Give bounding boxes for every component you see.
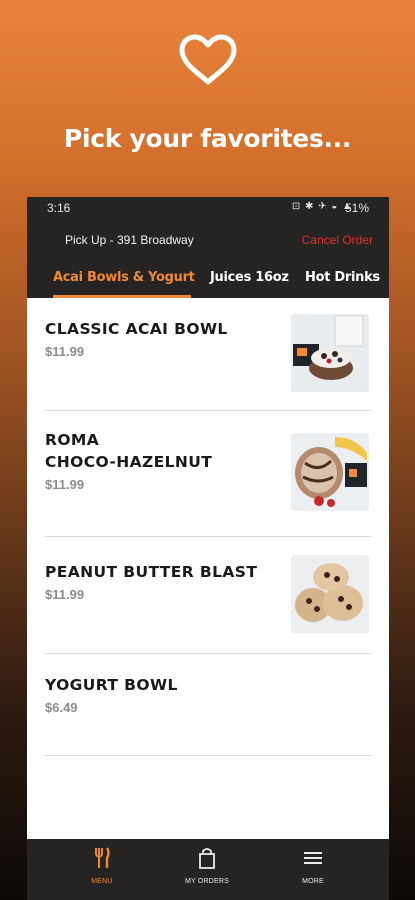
item-name: CLASSIC ACAI BOWL: [45, 320, 228, 338]
order-bar: Pick Up - 391 Broadway Cancel Order: [27, 219, 389, 257]
roma-bowl-image: [291, 433, 369, 511]
item-name: ROMA CHOCO-HAZELNUT: [45, 431, 213, 471]
item-name: PEANUT BUTTER BLAST: [45, 563, 258, 581]
tab-hot-drinks[interactable]: Hot Drinks: [305, 270, 380, 285]
status-icons: ⊡ ✱ ✈ ◒ ▲: [291, 201, 353, 212]
nav-label: MORE: [302, 878, 324, 885]
tab-acai-bowls-yogurt[interactable]: Acai Bowls & Yogurt: [53, 270, 195, 285]
item-price: $11.99: [45, 344, 85, 359]
hero-title: Pick your favorites...: [63, 124, 352, 153]
nav-menu[interactable]: MENU: [72, 847, 132, 885]
nav-more[interactable]: MORE: [283, 847, 343, 885]
peanut-butter-bowl-image: [291, 555, 369, 633]
item-price: $11.99: [45, 477, 85, 492]
menu-item-roma-choco-hazelnut[interactable]: ROMA CHOCO-HAZELNUT $11.99: [45, 411, 371, 537]
bottom-nav: MENU MY ORDERS MORE: [27, 839, 389, 900]
nav-label: MENU: [91, 878, 113, 885]
menu-list: CLASSIC ACAI BOWL $11.99 ROMA CHOCO-HAZE…: [27, 298, 389, 756]
item-price: $6.49: [45, 700, 78, 715]
menu-item-peanut-butter-blast[interactable]: PEANUT BUTTER BLAST $11.99: [45, 537, 371, 654]
pickup-location[interactable]: Pick Up - 391 Broadway: [65, 233, 194, 247]
status-time: 3:16: [47, 201, 71, 215]
acai-bowl-image: [291, 314, 369, 392]
shopping-bag-icon: [199, 848, 215, 869]
item-name: YOGURT BOWL: [45, 676, 178, 694]
status-bar: 3:16 ⊡ ✱ ✈ ◒ ▲ 51%: [27, 197, 389, 219]
cancel-order-button[interactable]: Cancel Order: [302, 233, 373, 247]
nav-label: MY ORDERS: [184, 878, 230, 885]
item-price: $11.99: [45, 587, 85, 602]
fork-knife-icon: [95, 847, 110, 868]
heart-icon: [179, 34, 237, 85]
phone-screen: 3:16 ⊡ ✱ ✈ ◒ ▲ 51% Pick Up - 391 Broadwa…: [27, 197, 389, 900]
hamburger-menu-icon: [304, 852, 322, 864]
menu-item-classic-acai-bowl[interactable]: CLASSIC ACAI BOWL $11.99: [45, 298, 371, 411]
menu-item-yogurt-bowl[interactable]: YOGURT BOWL $6.49: [45, 654, 371, 756]
category-tabs: Acai Bowls & Yogurt Juices 16oz Hot Drin…: [27, 257, 389, 298]
battery-level: 51%: [344, 201, 369, 215]
tab-juices-16oz[interactable]: Juices 16oz: [210, 270, 289, 285]
nav-my-orders[interactable]: MY ORDERS: [177, 847, 237, 885]
